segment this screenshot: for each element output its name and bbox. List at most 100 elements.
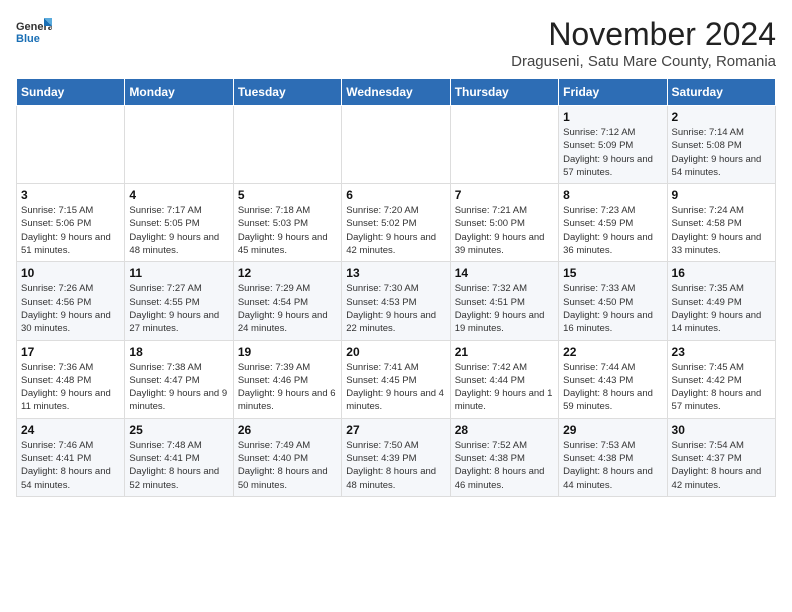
calendar-cell: 1 Sunrise: 7:12 AM Sunset: 5:09 PM Daylig… bbox=[559, 106, 667, 184]
calendar-week-5: 24 Sunrise: 7:46 AM Sunset: 4:41 PM Dayli… bbox=[17, 418, 776, 496]
day-number: 30 bbox=[672, 423, 771, 437]
calendar-cell: 9 Sunrise: 7:24 AM Sunset: 4:58 PM Daylig… bbox=[667, 184, 775, 262]
header-day-friday: Friday bbox=[559, 79, 667, 106]
day-info: Sunrise: 7:24 AM Sunset: 4:58 PM Dayligh… bbox=[672, 204, 771, 257]
day-info: Sunrise: 7:39 AM Sunset: 4:46 PM Dayligh… bbox=[238, 361, 337, 414]
calendar-cell: 11 Sunrise: 7:27 AM Sunset: 4:55 PM Dayli… bbox=[125, 262, 233, 340]
day-number: 14 bbox=[455, 266, 554, 280]
day-info: Sunrise: 7:32 AM Sunset: 4:51 PM Dayligh… bbox=[455, 282, 554, 335]
day-number: 15 bbox=[563, 266, 662, 280]
calendar-cell: 12 Sunrise: 7:29 AM Sunset: 4:54 PM Dayli… bbox=[233, 262, 341, 340]
day-info: Sunrise: 7:23 AM Sunset: 4:59 PM Dayligh… bbox=[563, 204, 662, 257]
day-info: Sunrise: 7:27 AM Sunset: 4:55 PM Dayligh… bbox=[129, 282, 228, 335]
day-info: Sunrise: 7:15 AM Sunset: 5:06 PM Dayligh… bbox=[21, 204, 120, 257]
logo: General Blue bbox=[16, 16, 52, 46]
header-day-tuesday: Tuesday bbox=[233, 79, 341, 106]
day-number: 21 bbox=[455, 345, 554, 359]
header-day-sunday: Sunday bbox=[17, 79, 125, 106]
day-info: Sunrise: 7:17 AM Sunset: 5:05 PM Dayligh… bbox=[129, 204, 228, 257]
calendar-cell: 16Sunrise: 7:35 AM Sunset: 4:49 PM Dayli… bbox=[667, 262, 775, 340]
header-row: SundayMondayTuesdayWednesdayThursdayFrid… bbox=[17, 79, 776, 106]
day-number: 20 bbox=[346, 345, 445, 359]
page-title: November 2024 bbox=[511, 16, 776, 53]
calendar-cell: 8 Sunrise: 7:23 AM Sunset: 4:59 PM Daylig… bbox=[559, 184, 667, 262]
day-number: 1 bbox=[563, 110, 662, 124]
day-info: Sunrise: 7:30 AM Sunset: 4:53 PM Dayligh… bbox=[346, 282, 445, 335]
header-day-monday: Monday bbox=[125, 79, 233, 106]
calendar-cell: 14 Sunrise: 7:32 AM Sunset: 4:51 PM Dayli… bbox=[450, 262, 558, 340]
calendar-cell: 4 Sunrise: 7:17 AM Sunset: 5:05 PM Daylig… bbox=[125, 184, 233, 262]
calendar-cell: 13 Sunrise: 7:30 AM Sunset: 4:53 PM Dayli… bbox=[342, 262, 450, 340]
calendar-cell: 15 Sunrise: 7:33 AM Sunset: 4:50 PM Dayli… bbox=[559, 262, 667, 340]
calendar-week-4: 17Sunrise: 7:36 AM Sunset: 4:48 PM Dayli… bbox=[17, 340, 776, 418]
day-number: 9 bbox=[672, 188, 771, 202]
calendar-cell: 2 Sunrise: 7:14 AM Sunset: 5:08 PM Daylig… bbox=[667, 106, 775, 184]
day-info: Sunrise: 7:44 AM Sunset: 4:43 PM Dayligh… bbox=[563, 361, 662, 414]
day-number: 23 bbox=[672, 345, 771, 359]
day-number: 28 bbox=[455, 423, 554, 437]
day-info: Sunrise: 7:38 AM Sunset: 4:47 PM Dayligh… bbox=[129, 361, 228, 414]
calendar-cell bbox=[125, 106, 233, 184]
day-info: Sunrise: 7:53 AM Sunset: 4:38 PM Dayligh… bbox=[563, 439, 662, 492]
day-number: 3 bbox=[21, 188, 120, 202]
calendar-cell bbox=[342, 106, 450, 184]
calendar-cell: 28 Sunrise: 7:52 AM Sunset: 4:38 PM Dayli… bbox=[450, 418, 558, 496]
day-number: 8 bbox=[563, 188, 662, 202]
day-info: Sunrise: 7:49 AM Sunset: 4:40 PM Dayligh… bbox=[238, 439, 337, 492]
calendar-cell: 21 Sunrise: 7:42 AM Sunset: 4:44 PM Dayli… bbox=[450, 340, 558, 418]
day-info: Sunrise: 7:42 AM Sunset: 4:44 PM Dayligh… bbox=[455, 361, 554, 414]
calendar-cell: 10Sunrise: 7:26 AM Sunset: 4:56 PM Dayli… bbox=[17, 262, 125, 340]
day-number: 29 bbox=[563, 423, 662, 437]
svg-text:Blue: Blue bbox=[16, 33, 40, 45]
header-day-saturday: Saturday bbox=[667, 79, 775, 106]
header: General Blue November 2024 Draguseni, Sa… bbox=[16, 16, 776, 70]
calendar-cell: 23 Sunrise: 7:45 AM Sunset: 4:42 PM Dayli… bbox=[667, 340, 775, 418]
day-number: 12 bbox=[238, 266, 337, 280]
calendar-cell: 29 Sunrise: 7:53 AM Sunset: 4:38 PM Dayli… bbox=[559, 418, 667, 496]
calendar-week-1: 1 Sunrise: 7:12 AM Sunset: 5:09 PM Daylig… bbox=[17, 106, 776, 184]
day-info: Sunrise: 7:41 AM Sunset: 4:45 PM Dayligh… bbox=[346, 361, 445, 414]
day-info: Sunrise: 7:48 AM Sunset: 4:41 PM Dayligh… bbox=[129, 439, 228, 492]
header-day-thursday: Thursday bbox=[450, 79, 558, 106]
calendar-cell: 22Sunrise: 7:44 AM Sunset: 4:43 PM Dayli… bbox=[559, 340, 667, 418]
day-number: 24 bbox=[21, 423, 120, 437]
calendar-cell: 5Sunrise: 7:18 AM Sunset: 5:03 PM Daylig… bbox=[233, 184, 341, 262]
day-number: 4 bbox=[129, 188, 228, 202]
day-number: 26 bbox=[238, 423, 337, 437]
calendar-cell: 6Sunrise: 7:20 AM Sunset: 5:02 PM Daylig… bbox=[342, 184, 450, 262]
calendar-cell: 24 Sunrise: 7:46 AM Sunset: 4:41 PM Dayli… bbox=[17, 418, 125, 496]
day-number: 25 bbox=[129, 423, 228, 437]
calendar-cell: 19 Sunrise: 7:39 AM Sunset: 4:46 PM Dayli… bbox=[233, 340, 341, 418]
calendar-cell: 3 Sunrise: 7:15 AM Sunset: 5:06 PM Daylig… bbox=[17, 184, 125, 262]
day-info: Sunrise: 7:29 AM Sunset: 4:54 PM Dayligh… bbox=[238, 282, 337, 335]
day-info: Sunrise: 7:12 AM Sunset: 5:09 PM Dayligh… bbox=[563, 126, 662, 179]
calendar-body: 1 Sunrise: 7:12 AM Sunset: 5:09 PM Daylig… bbox=[17, 106, 776, 497]
day-info: Sunrise: 7:14 AM Sunset: 5:08 PM Dayligh… bbox=[672, 126, 771, 179]
day-info: Sunrise: 7:20 AM Sunset: 5:02 PM Dayligh… bbox=[346, 204, 445, 257]
day-number: 5 bbox=[238, 188, 337, 202]
day-number: 11 bbox=[129, 266, 228, 280]
day-number: 13 bbox=[346, 266, 445, 280]
day-info: Sunrise: 7:45 AM Sunset: 4:42 PM Dayligh… bbox=[672, 361, 771, 414]
calendar-cell: 17Sunrise: 7:36 AM Sunset: 4:48 PM Dayli… bbox=[17, 340, 125, 418]
day-number: 18 bbox=[129, 345, 228, 359]
day-info: Sunrise: 7:33 AM Sunset: 4:50 PM Dayligh… bbox=[563, 282, 662, 335]
day-info: Sunrise: 7:52 AM Sunset: 4:38 PM Dayligh… bbox=[455, 439, 554, 492]
day-number: 17 bbox=[21, 345, 120, 359]
day-number: 19 bbox=[238, 345, 337, 359]
calendar-cell: 26 Sunrise: 7:49 AM Sunset: 4:40 PM Dayli… bbox=[233, 418, 341, 496]
calendar-cell bbox=[17, 106, 125, 184]
day-number: 10 bbox=[21, 266, 120, 280]
logo-icon: General Blue bbox=[16, 16, 52, 46]
page-subtitle: Draguseni, Satu Mare County, Romania bbox=[511, 53, 776, 70]
day-info: Sunrise: 7:50 AM Sunset: 4:39 PM Dayligh… bbox=[346, 439, 445, 492]
calendar-cell: 25 Sunrise: 7:48 AM Sunset: 4:41 PM Dayli… bbox=[125, 418, 233, 496]
day-info: Sunrise: 7:21 AM Sunset: 5:00 PM Dayligh… bbox=[455, 204, 554, 257]
calendar-cell bbox=[233, 106, 341, 184]
calendar-week-2: 3 Sunrise: 7:15 AM Sunset: 5:06 PM Daylig… bbox=[17, 184, 776, 262]
day-number: 2 bbox=[672, 110, 771, 124]
day-info: Sunrise: 7:46 AM Sunset: 4:41 PM Dayligh… bbox=[21, 439, 120, 492]
day-number: 16 bbox=[672, 266, 771, 280]
calendar-table: SundayMondayTuesdayWednesdayThursdayFrid… bbox=[16, 78, 776, 497]
day-number: 7 bbox=[455, 188, 554, 202]
